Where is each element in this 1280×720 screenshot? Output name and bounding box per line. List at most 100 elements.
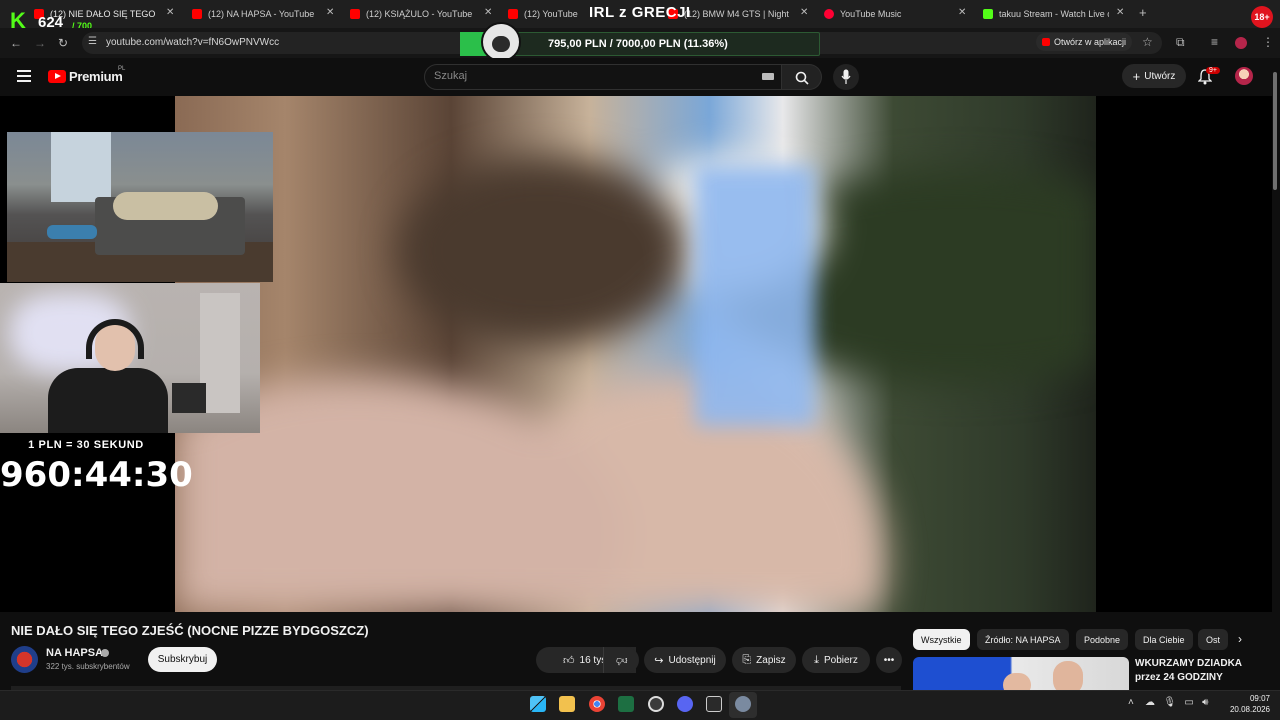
page-scrollbar[interactable] [1272,60,1278,190]
share-button[interactable]: ↪ Udostępnij [644,647,726,673]
close-tab-icon[interactable]: ✕ [326,7,334,18]
windows-start-icon[interactable] [530,696,546,712]
irl-title: IRL z GRECJI [589,4,691,21]
reload-icon[interactable]: ↻ [58,36,68,50]
close-tab-icon[interactable]: ✕ [958,7,966,18]
settings-gear-icon[interactable] [735,696,751,712]
chevron-right-icon[interactable]: › [1238,632,1242,646]
microphone-icon [841,69,851,84]
youtube-icon [508,9,518,19]
close-tab-icon[interactable]: ✕ [1116,7,1124,18]
thumbs-down-icon: 👍︎ [615,653,628,666]
bedroom-camera-feed [7,132,273,282]
thumbs-up-icon: 👍︎ [563,654,575,667]
kick-icon [983,9,993,19]
file-explorer-icon[interactable] [559,696,575,712]
chrome-icon[interactable] [589,696,605,712]
more-actions-button[interactable]: ••• [876,647,902,673]
search-button[interactable] [782,64,822,90]
close-tab-icon[interactable]: ✕ [166,7,174,18]
tab-title: (12) YouTube [524,9,578,19]
back-icon[interactable]: ← [10,36,22,50]
subathon-timer: 960:44:30 [0,455,193,495]
close-tab-icon[interactable]: ✕ [800,7,808,18]
forward-icon[interactable]: → [34,36,46,50]
keyboard-icon[interactable] [762,73,774,80]
streamer-webcam-feed [0,283,260,433]
create-button[interactable]: + Utwórz [1122,64,1186,88]
clock-time: 09:07 [1249,694,1270,703]
display-icon[interactable]: ▭ [1184,697,1193,708]
url-text[interactable]: youtube.com/watch?v=fN6OwPNVWcc [106,37,279,48]
open-in-app-button[interactable]: Otwórz w aplikacji [1036,33,1132,51]
taskbar-clock[interactable]: 09:07 20.08.2026 [1222,693,1270,715]
voice-search-button[interactable] [833,64,859,90]
tab-title: (12) NA HAPSA - YouTube [208,9,315,19]
tab-youtube-music[interactable]: YouTube Music [824,4,954,24]
reading-list-icon[interactable]: ≡ [1211,35,1218,49]
chip-all[interactable]: Wszystkie [913,629,970,650]
verified-badge-icon [101,649,109,657]
tab-title: (12) BMW M4 GTS | Night Drive [684,9,792,19]
tab-youtube[interactable]: (12) YouTube [508,4,584,24]
chevron-up-icon[interactable]: ˄ [1128,697,1134,708]
chip-for-you[interactable]: Dla Ciebie [1135,629,1193,650]
tab-title: (12) NIE DAŁO SIĘ TEGO ZJEŚĆ [50,9,158,19]
extensions-icon[interactable]: ⧉ [1176,35,1185,50]
download-icon: ⤓ [814,653,819,666]
youtube-premium-logo-text[interactable]: Premium [69,69,123,84]
region-code: PL [118,66,126,72]
tab-na-hapsa[interactable]: (12) NA HAPSA - YouTube [192,4,342,24]
video-player[interactable] [175,96,1096,612]
search-placeholder: Szukaj [434,70,468,82]
profile-icon[interactable] [1235,37,1247,49]
open-in-app-label: Otwórz w aplikacji [1054,37,1127,47]
monkey-mascot-icon [481,22,521,62]
save-button[interactable]: ⎘ Zapisz [732,647,796,673]
youtube-icon [1042,38,1050,46]
tab-ksiazulo[interactable]: (12) KSIĄŻULO - YouTube [350,4,480,24]
channel-name[interactable]: NA HAPSA [46,647,103,659]
system-tray[interactable]: ˄ ☁ 🎙︎ ▭ 🔊︎ [1128,697,1208,708]
close-tab-icon[interactable]: ✕ [484,7,492,18]
microphone-tray-icon[interactable]: 🎙︎ [1163,697,1176,708]
cloud-sync-icon[interactable]: ☁ [1145,697,1155,708]
share-arrow-icon: ↪ [654,654,664,667]
windows-taskbar [0,690,1280,720]
subscribe-button[interactable]: Subskrybuj [148,647,217,672]
obs-icon[interactable] [648,696,664,712]
discord-icon[interactable] [677,696,693,712]
site-info-icon[interactable]: ☰ [88,36,97,47]
recommendation-title[interactable]: WKURZAMY DZIADKA przez 24 GODZINY [1135,657,1265,685]
share-label: Udostępnij [668,654,716,666]
channel-avatar[interactable] [11,646,38,673]
donation-rate-text: 1 PLN = 30 SEKUND [28,439,144,451]
download-label: Pobierz [823,654,858,666]
clock-date: 20.08.2026 [1229,705,1270,714]
player-letterbox [1096,96,1272,612]
hamburger-menu-icon[interactable] [17,70,31,82]
age-badge: 18+ [1251,6,1273,28]
epic-games-icon[interactable] [706,696,722,712]
tab-title: YouTube Music [840,9,902,19]
save-label: Zapisz [756,654,786,666]
bookmark-star-icon[interactable]: ☆ [1142,35,1153,49]
volume-icon[interactable]: 🔊︎ [1202,697,1208,708]
search-icon [795,71,809,85]
chip-recent[interactable]: Ost [1198,629,1228,650]
account-avatar[interactable] [1235,67,1253,85]
search-input[interactable] [424,64,782,90]
recommendation-thumbnail[interactable] [913,657,1129,691]
chip-related[interactable]: Podobne [1076,629,1129,650]
create-label: Utwórz [1144,70,1176,82]
download-button[interactable]: ⤓ Pobierz [802,647,870,673]
menu-kebab-icon[interactable]: ⋮ [1262,35,1274,49]
chip-from-channel[interactable]: Źródło: NA HAPSA [977,629,1069,650]
subscriber-count: 322 tys. subskrybentów [46,662,130,671]
tab-kick[interactable]: takuu Stream - Watch Live on K [983,4,1109,24]
spreadsheet-app-icon[interactable] [618,696,634,712]
youtube-logo-icon[interactable] [48,70,66,83]
new-tab-icon[interactable]: + [1139,5,1147,20]
dislike-button[interactable]: 👍︎ [603,647,639,673]
youtube-music-icon [824,9,834,19]
